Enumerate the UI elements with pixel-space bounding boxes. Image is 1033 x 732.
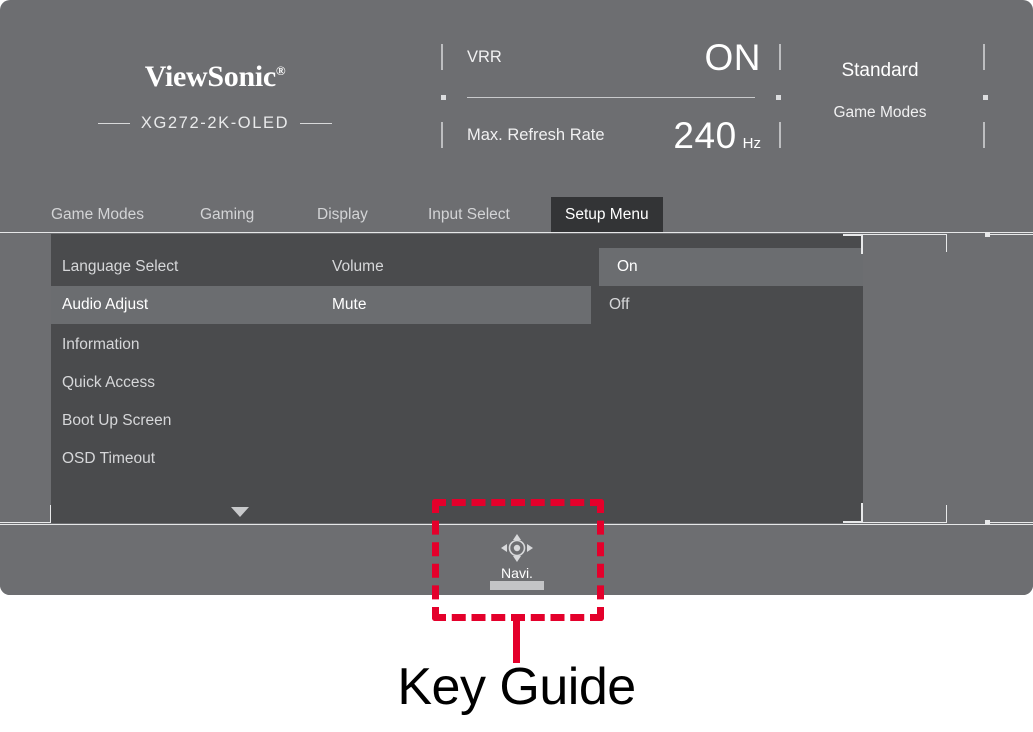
- header-edge-marks: [983, 36, 989, 156]
- model-rule-right: [300, 123, 333, 124]
- status-tick-icon: [779, 44, 781, 70]
- status-value-refresh-group: 240 Hz: [673, 117, 761, 154]
- status-tick-icon: [441, 122, 443, 148]
- menu-column-secondary: Volume Mute: [321, 234, 591, 523]
- frame-stub-top-right: [946, 234, 947, 252]
- tab-game-modes[interactable]: Game Modes: [51, 197, 144, 233]
- model-row: XG272-2K-OLED: [0, 114, 430, 133]
- osd-header: ViewSonic® XG272-2K-OLED VRR ON Max. Ref…: [0, 0, 1033, 193]
- menu-item-mute[interactable]: Mute: [321, 286, 591, 324]
- mode-value: Standard: [841, 60, 919, 81]
- status-unit-refresh-rate: Hz: [742, 134, 761, 152]
- menu-option-off[interactable]: Off: [591, 286, 863, 324]
- status-divider: [441, 92, 781, 101]
- menu-item-volume[interactable]: Volume: [321, 248, 591, 286]
- tab-display[interactable]: Display: [317, 197, 368, 233]
- frame-line-bottom-right: [863, 522, 947, 523]
- frame-line-bottom-left: [0, 522, 51, 523]
- menu-item-information[interactable]: Information: [51, 326, 321, 364]
- status-row-refresh-rate: Max. Refresh Rate 240 Hz: [441, 114, 781, 156]
- annotation-highlight-box: [432, 499, 604, 621]
- menu-column-options: On Off: [591, 234, 863, 523]
- status-value-vrr: ON: [704, 36, 761, 78]
- setup-menu-panel: Language Select Audio Adjust Information…: [51, 234, 863, 523]
- divider-dot-left-icon: [441, 95, 446, 100]
- status-value-vrr-group: ON: [705, 39, 762, 76]
- model-name: XG272-2K-OLED: [140, 114, 290, 132]
- brand-block: ViewSonic® XG272-2K-OLED: [0, 62, 430, 133]
- menu-item-boot-up-screen[interactable]: Boot Up Screen: [51, 402, 321, 440]
- edge-tick-icon: [983, 44, 985, 70]
- status-label-refresh-rate: Max. Refresh Rate: [467, 125, 605, 144]
- right-rail-marks: [985, 232, 1033, 525]
- frame-line-top-right: [863, 234, 947, 235]
- menu-item-audio-adjust[interactable]: Audio Adjust: [51, 286, 321, 324]
- status-group: VRR ON Max. Refresh Rate 240 Hz: [441, 36, 781, 156]
- frame-stub-bottom-right: [946, 505, 947, 523]
- edge-dot-icon: [983, 95, 988, 100]
- panel-bracket-bottom-right: [843, 503, 863, 523]
- status-value-refresh-rate: 240: [673, 114, 737, 156]
- divider-dot-right-icon: [776, 95, 781, 100]
- tab-gaming[interactable]: Gaming: [200, 197, 254, 233]
- viewsonic-logo: ViewSonic®: [0, 62, 430, 92]
- registered-mark-icon: ®: [275, 63, 286, 78]
- menu-item-quick-access[interactable]: Quick Access: [51, 364, 321, 402]
- model-rule-left: [97, 123, 130, 124]
- rail-line: [990, 522, 1033, 523]
- menu-item-osd-timeout[interactable]: OSD Timeout: [51, 440, 321, 478]
- mode-group: Standard Game Modes: [800, 60, 960, 122]
- menu-item-language-select[interactable]: Language Select: [51, 248, 321, 286]
- tab-input-select[interactable]: Input Select: [428, 197, 510, 233]
- divider-line: [467, 97, 755, 98]
- menu-column-primary: Language Select Audio Adjust Information…: [51, 234, 321, 523]
- tabbar-underline: [0, 232, 1033, 233]
- viewsonic-logo-text: ViewSonic: [144, 60, 276, 93]
- annotation-caption: Key Guide: [397, 658, 636, 716]
- mode-caption: Game Modes: [833, 104, 927, 121]
- status-label-vrr: VRR: [467, 47, 502, 66]
- osd-tabbar: Game Modes Gaming Display Input Select S…: [0, 193, 1033, 233]
- chevron-down-icon[interactable]: [231, 507, 249, 517]
- panel-bracket-top-right: [843, 234, 863, 254]
- status-tick-icon: [441, 44, 443, 70]
- menu-option-on[interactable]: On: [599, 248, 863, 286]
- tab-setup-menu[interactable]: Setup Menu: [551, 197, 663, 233]
- status-row-vrr: VRR ON: [441, 36, 781, 78]
- rail-line: [990, 234, 1033, 235]
- status-tick-icon: [779, 122, 781, 148]
- edge-tick-icon: [983, 122, 985, 148]
